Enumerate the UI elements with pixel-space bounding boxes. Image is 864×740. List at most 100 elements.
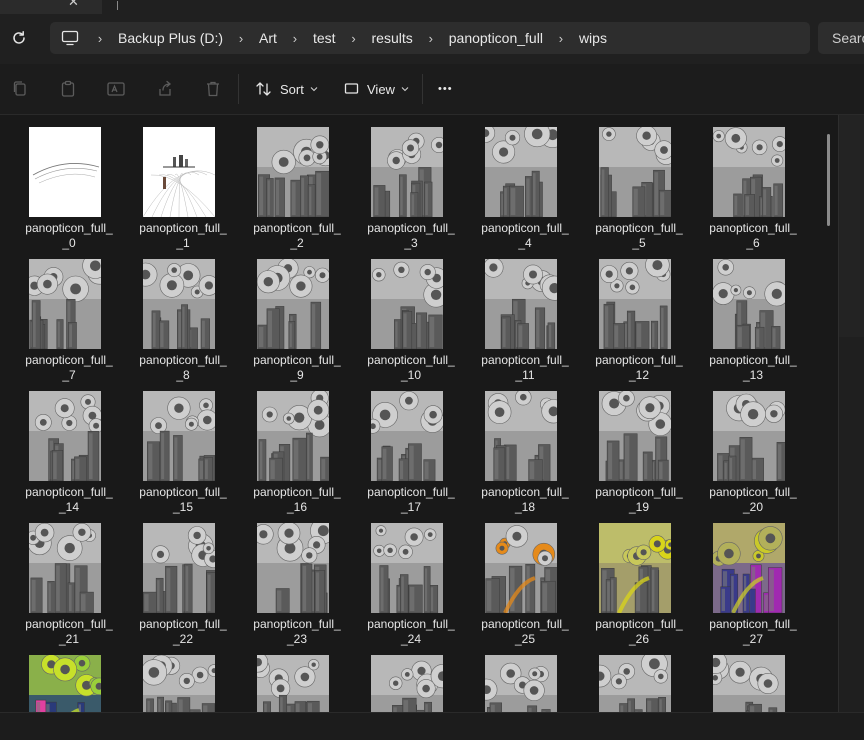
file-item[interactable]: panopticon_full__22 xyxy=(126,511,240,643)
file-item[interactable]: panopticon_full__11 xyxy=(468,247,582,379)
file-name-line1: panopticon_full_ xyxy=(582,617,696,632)
breadcrumb[interactable]: ›Backup Plus (D:)›Art›test›results›panop… xyxy=(50,22,810,54)
file-thumbnail xyxy=(485,523,557,613)
details-pane-preview xyxy=(839,115,864,337)
file-name-line1: panopticon_full_ xyxy=(240,353,354,368)
file-item[interactable]: panopticon_full__26 xyxy=(582,511,696,643)
view-icon xyxy=(344,82,360,96)
file-thumbnail xyxy=(599,523,671,613)
file-name-line1: panopticon_full_ xyxy=(468,485,582,500)
file-item[interactable]: panopticon_full__19 xyxy=(582,379,696,511)
view-label: View xyxy=(367,82,395,97)
chevron-down-icon xyxy=(310,86,318,92)
sort-button[interactable]: Sort xyxy=(255,78,318,100)
breadcrumb-item[interactable]: wips xyxy=(575,30,611,46)
refresh-icon[interactable] xyxy=(8,27,30,49)
file-item[interactable] xyxy=(240,643,354,712)
breadcrumb-separator-icon[interactable]: › xyxy=(340,31,368,46)
file-item[interactable]: panopticon_full__10 xyxy=(354,247,468,379)
breadcrumb-item[interactable]: Backup Plus (D:) xyxy=(114,30,227,46)
breadcrumb-item[interactable]: test xyxy=(309,30,340,46)
file-item[interactable]: panopticon_full__17 xyxy=(354,379,468,511)
file-thumbnail xyxy=(143,655,215,712)
file-name-line1: panopticon_full_ xyxy=(468,221,582,236)
copy-icon[interactable] xyxy=(10,79,30,99)
chevron-down-icon xyxy=(401,86,409,92)
file-item[interactable]: panopticon_full__13 xyxy=(696,247,810,379)
breadcrumb-separator-icon[interactable]: › xyxy=(86,31,114,46)
file-name-line1: panopticon_full_ xyxy=(354,617,468,632)
details-pane xyxy=(838,115,864,712)
file-thumbnail xyxy=(485,127,557,217)
breadcrumb-item[interactable]: panopticon_full xyxy=(445,30,547,46)
file-name-line1: panopticon_full_ xyxy=(696,353,810,368)
file-item[interactable] xyxy=(12,643,126,712)
status-bar xyxy=(0,712,864,740)
share-icon[interactable] xyxy=(155,79,175,99)
file-item[interactable]: panopticon_full__24 xyxy=(354,511,468,643)
file-name-line1: panopticon_full_ xyxy=(126,353,240,368)
file-item[interactable]: panopticon_full__1 xyxy=(126,115,240,247)
breadcrumb-separator-icon[interactable]: › xyxy=(547,31,575,46)
file-name-line1: panopticon_full_ xyxy=(126,485,240,500)
file-name-line1: panopticon_full_ xyxy=(12,485,126,500)
breadcrumb-separator-icon[interactable]: › xyxy=(417,31,445,46)
file-item[interactable]: panopticon_full__18 xyxy=(468,379,582,511)
file-item[interactable]: panopticon_full__20 xyxy=(696,379,810,511)
file-item[interactable]: panopticon_full__0 xyxy=(12,115,126,247)
file-item[interactable]: panopticon_full__4 xyxy=(468,115,582,247)
file-item[interactable]: panopticon_full__2 xyxy=(240,115,354,247)
file-item[interactable]: panopticon_full__25 xyxy=(468,511,582,643)
file-item[interactable]: panopticon_full__7 xyxy=(12,247,126,379)
breadcrumb-separator-icon[interactable]: › xyxy=(227,31,255,46)
file-thumbnail xyxy=(257,655,329,712)
file-item[interactable] xyxy=(468,643,582,712)
file-name-line1: panopticon_full_ xyxy=(468,353,582,368)
file-thumbnail xyxy=(371,127,443,217)
file-item[interactable]: panopticon_full__12 xyxy=(582,247,696,379)
file-name-line1: panopticon_full_ xyxy=(12,617,126,632)
file-item[interactable]: panopticon_full__9 xyxy=(240,247,354,379)
active-tab[interactable]: ✕ xyxy=(0,0,102,15)
file-item[interactable] xyxy=(696,643,810,712)
rename-icon[interactable] xyxy=(106,79,126,99)
file-item[interactable]: panopticon_full__23 xyxy=(240,511,354,643)
more-options-button[interactable]: ••• xyxy=(438,78,453,100)
file-item[interactable]: panopticon_full__16 xyxy=(240,379,354,511)
computer-icon[interactable] xyxy=(60,28,80,48)
file-thumbnail xyxy=(371,391,443,481)
file-item[interactable] xyxy=(582,643,696,712)
file-item[interactable]: panopticon_full__14 xyxy=(12,379,126,511)
sort-icon xyxy=(255,81,273,97)
file-thumbnail xyxy=(713,259,785,349)
breadcrumb-item[interactable]: Art xyxy=(255,30,281,46)
breadcrumb-separator-icon[interactable]: › xyxy=(281,31,309,46)
tab-strip: ✕ xyxy=(0,0,864,14)
view-button[interactable]: View xyxy=(344,78,409,100)
file-name-line1: panopticon_full_ xyxy=(12,221,126,236)
file-thumbnail xyxy=(143,127,215,217)
file-name-line1: panopticon_full_ xyxy=(240,221,354,236)
file-item[interactable]: panopticon_full__21 xyxy=(12,511,126,643)
file-name-line1: panopticon_full_ xyxy=(126,221,240,236)
file-item[interactable] xyxy=(126,643,240,712)
file-item[interactable]: panopticon_full__5 xyxy=(582,115,696,247)
file-name-line1: panopticon_full_ xyxy=(696,485,810,500)
delete-icon[interactable] xyxy=(203,79,223,99)
file-item[interactable]: panopticon_full__27 xyxy=(696,511,810,643)
file-name-line1: panopticon_full_ xyxy=(240,617,354,632)
file-name-line1: panopticon_full_ xyxy=(12,353,126,368)
breadcrumb-item[interactable]: results xyxy=(368,30,417,46)
file-item[interactable]: panopticon_full__6 xyxy=(696,115,810,247)
tab-close-icon[interactable]: ✕ xyxy=(68,0,79,10)
file-thumbnail xyxy=(485,391,557,481)
address-row: ›Backup Plus (D:)›Art›test›results›panop… xyxy=(0,14,864,64)
file-view[interactable]: panopticon_full__0panopticon_full__1pano… xyxy=(0,115,838,712)
file-item[interactable]: panopticon_full__8 xyxy=(126,247,240,379)
file-item[interactable] xyxy=(354,643,468,712)
vertical-scrollbar[interactable] xyxy=(827,134,830,226)
file-item[interactable]: panopticon_full__15 xyxy=(126,379,240,511)
search-box[interactable]: Search xyxy=(818,22,864,54)
paste-icon[interactable] xyxy=(58,79,78,99)
file-item[interactable]: panopticon_full__3 xyxy=(354,115,468,247)
